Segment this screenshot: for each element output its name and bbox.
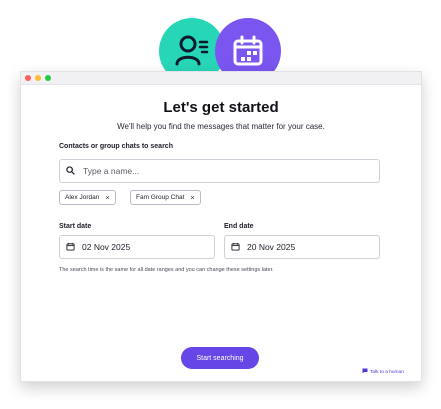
stage: Let's get started We'll help you find th… bbox=[0, 0, 441, 409]
start-date-label: Start date bbox=[59, 223, 92, 230]
close-icon[interactable]: × bbox=[190, 194, 194, 202]
search-placeholder: Type a name... bbox=[83, 166, 140, 176]
chip-label: Fam Group Chat bbox=[136, 194, 185, 201]
page-subtitle: We'll help you find the messages that ma… bbox=[117, 122, 325, 131]
close-icon[interactable]: × bbox=[105, 194, 109, 202]
start-date-field[interactable]: 02 Nov 2025 bbox=[59, 235, 215, 259]
calendar-icon bbox=[66, 242, 75, 253]
minimize-window-button[interactable] bbox=[35, 75, 41, 81]
chat-icon bbox=[362, 368, 368, 376]
start-searching-button[interactable]: Start searching bbox=[181, 347, 259, 369]
talk-to-human-link[interactable]: Talk to a human bbox=[362, 368, 404, 376]
chip-label: Alex Jordan bbox=[65, 194, 100, 201]
start-date-value: 02 Nov 2025 bbox=[82, 242, 131, 252]
end-date-field[interactable]: 20 Nov 2025 bbox=[224, 235, 380, 259]
close-window-button[interactable] bbox=[25, 75, 31, 81]
page-title: Let's get started bbox=[163, 99, 279, 116]
search-icon bbox=[66, 165, 75, 177]
app-window: Let's get started We'll help you find th… bbox=[20, 71, 422, 382]
search-hint: The search time is the same for all date… bbox=[59, 267, 274, 273]
contact-search-input[interactable]: Type a name... bbox=[59, 159, 380, 183]
contact-chip[interactable]: Fam Group Chat × bbox=[130, 190, 201, 205]
contacts-label: Contacts or group chats to search bbox=[59, 143, 173, 150]
talk-to-human-label: Talk to a human bbox=[370, 369, 404, 375]
calendar-icon bbox=[231, 242, 240, 253]
end-date-value: 20 Nov 2025 bbox=[247, 242, 296, 252]
window-titlebar bbox=[21, 72, 421, 85]
end-date-label: End date bbox=[224, 223, 254, 230]
contact-chip[interactable]: Alex Jordan × bbox=[59, 190, 116, 205]
maximize-window-button[interactable] bbox=[45, 75, 51, 81]
